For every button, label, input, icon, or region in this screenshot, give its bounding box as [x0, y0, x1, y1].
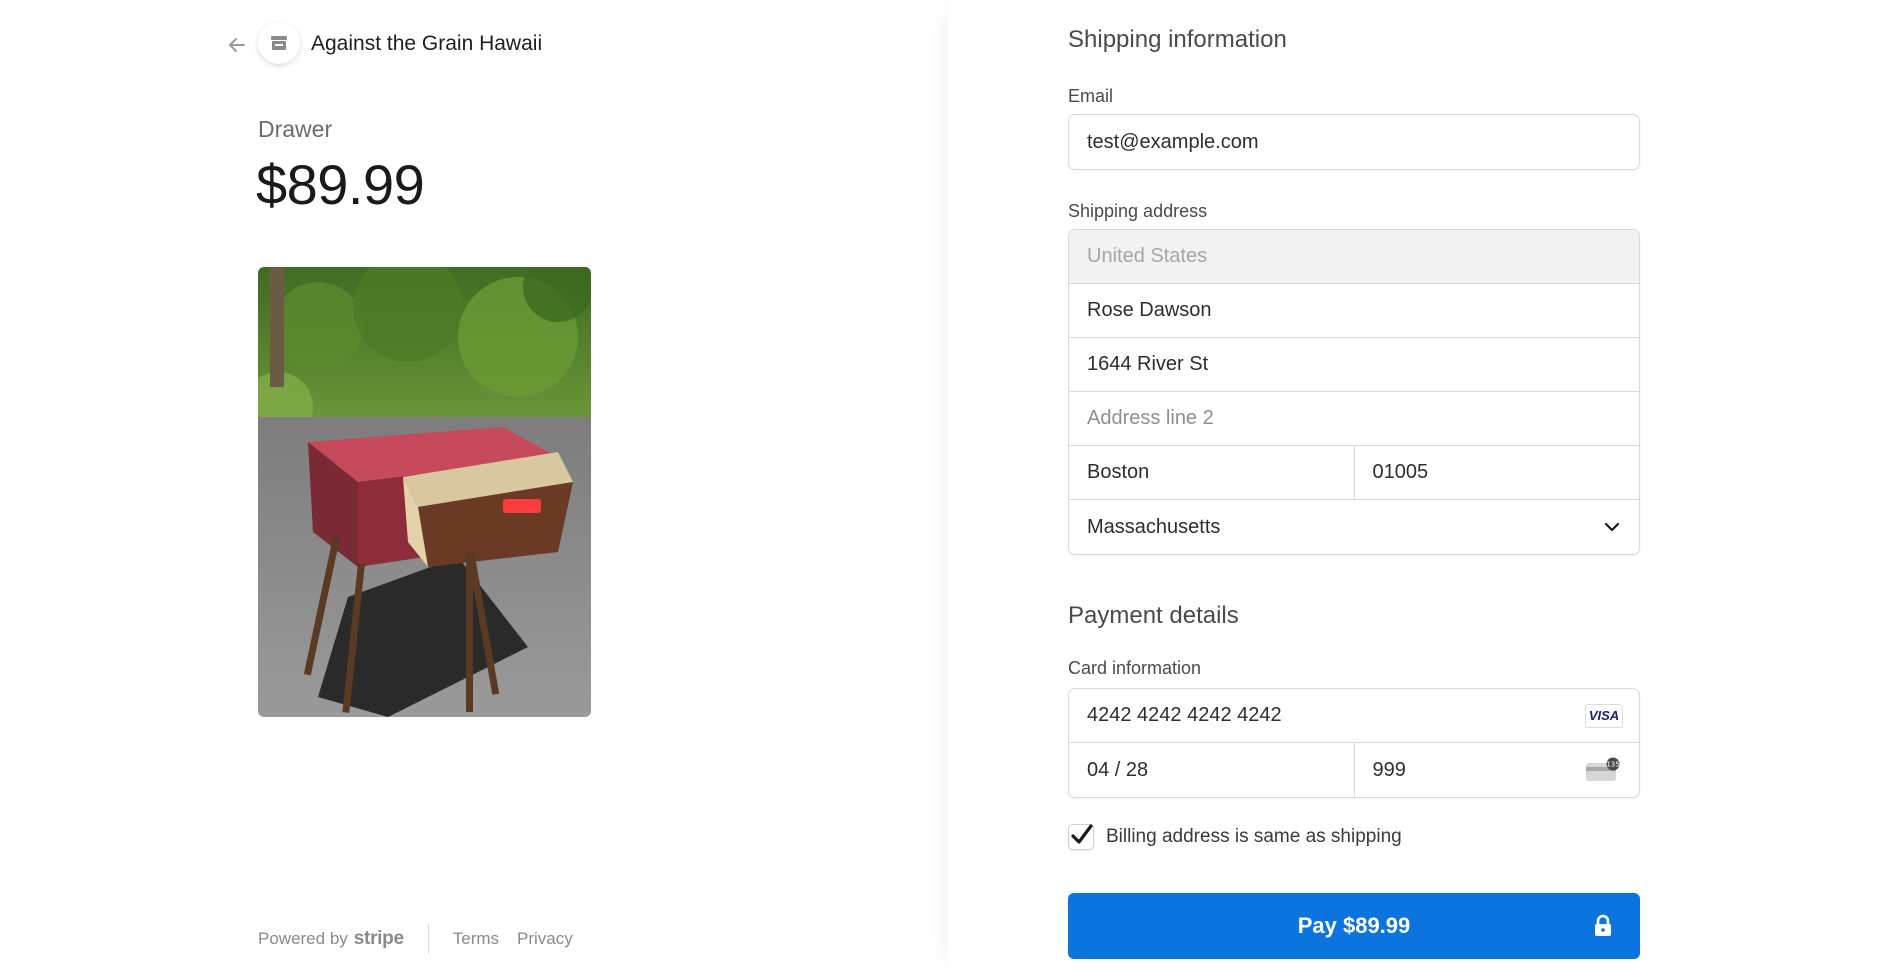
- product-image: [258, 267, 591, 717]
- city-input[interactable]: Boston: [1069, 446, 1354, 499]
- shipping-address-label: Shipping address: [1068, 201, 1208, 221]
- address-line1-input[interactable]: 1644 River St: [1069, 338, 1639, 391]
- footer: Powered by stripe Terms Privacy: [258, 924, 591, 954]
- billing-same-checkbox-row[interactable]: Billing address is same as shipping: [1068, 824, 1402, 850]
- email-field[interactable]: test@example.com: [1068, 114, 1640, 170]
- address-line2-field[interactable]: Address line 2: [1069, 392, 1639, 446]
- card-number-field[interactable]: 4242 4242 4242 4242 VISA: [1069, 689, 1639, 743]
- order-summary-pane: Against the Grain Hawaii Drawer $89.99 P…: [0, 0, 948, 970]
- address-line1-field[interactable]: 1644 River St: [1069, 338, 1639, 392]
- card-number-input[interactable]: 4242 4242 4242 4242: [1069, 689, 1639, 742]
- name-input[interactable]: Rose Dawson: [1069, 284, 1639, 337]
- pay-button[interactable]: Pay $89.99: [1068, 893, 1640, 959]
- chevron-down-icon: [1604, 522, 1620, 532]
- shipping-address-group: United States Rose Dawson 1644 River St …: [1068, 229, 1640, 555]
- cvc-value: 999: [1372, 758, 1406, 781]
- country-select[interactable]: United States: [1069, 230, 1639, 284]
- expiry-cvc-row: 04 / 28 999 135: [1069, 743, 1639, 797]
- shipping-section-title: Shipping information: [1068, 26, 1287, 53]
- powered-by-text: Powered by: [258, 929, 348, 948]
- card-information-group: 4242 4242 4242 4242 VISA 04 / 28 999 135: [1068, 688, 1640, 798]
- cvc-input[interactable]: 999 135: [1353, 743, 1640, 797]
- state-select[interactable]: Massachusetts: [1069, 500, 1639, 554]
- address-line2-input[interactable]: Address line 2: [1069, 392, 1639, 445]
- name-field[interactable]: Rose Dawson: [1069, 284, 1639, 338]
- checkmark-icon: [1071, 824, 1093, 844]
- checkout-form-pane: Shipping information Email test@example.…: [948, 0, 1887, 970]
- city-zip-row: Boston 01005: [1069, 446, 1639, 500]
- pay-button-label: Pay $89.99: [1297, 913, 1411, 938]
- payment-section-title: Payment details: [1068, 602, 1239, 629]
- cvc-card-icon: 135: [1586, 757, 1620, 781]
- footer-divider: [427, 924, 429, 954]
- merchant-name: Against the Grain Hawaii: [311, 32, 543, 55]
- email-label: Email: [1068, 86, 1114, 106]
- visa-icon: VISA: [1585, 703, 1623, 728]
- billing-same-label: Billing address is same as shipping: [1106, 826, 1402, 847]
- back-button[interactable]: [222, 30, 252, 60]
- state-value: Massachusetts: [1087, 515, 1221, 538]
- stripe-logo: stripe: [353, 928, 404, 949]
- country-value: United States: [1087, 245, 1208, 267]
- powered-by-stripe[interactable]: Powered by stripe: [258, 928, 404, 950]
- lock-icon: [1595, 914, 1611, 936]
- expiry-input[interactable]: 04 / 28: [1069, 743, 1354, 797]
- zip-input[interactable]: 01005: [1353, 446, 1640, 499]
- store-icon: [271, 36, 287, 50]
- card-information-label: Card information: [1068, 658, 1202, 678]
- billing-same-checkbox[interactable]: [1068, 824, 1094, 850]
- product-name: Drawer: [258, 116, 333, 142]
- product-price: $89.99: [256, 153, 425, 216]
- email-input[interactable]: test@example.com: [1069, 115, 1639, 169]
- cvc-badge-text: 135: [1606, 761, 1619, 769]
- merchant-logo: [258, 22, 300, 64]
- arrow-left-icon: [229, 38, 245, 52]
- privacy-link[interactable]: Privacy: [517, 929, 573, 949]
- terms-link[interactable]: Terms: [453, 929, 499, 949]
